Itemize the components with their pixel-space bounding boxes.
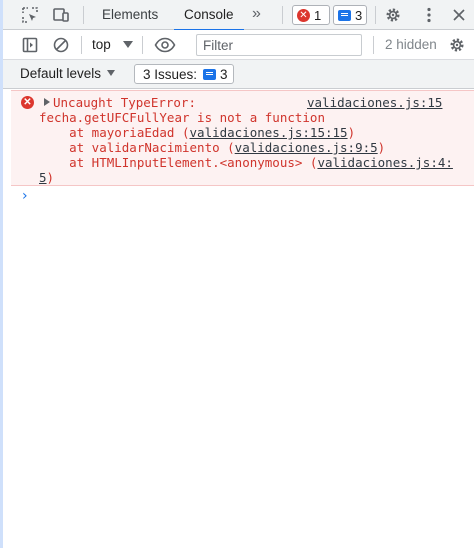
default-levels-dropdown[interactable]: Default levels <box>20 60 101 88</box>
stack-frame: at validarNacimiento (validaciones.js:9:… <box>39 140 385 155</box>
console-error-message: ✕ Uncaught TypeError: validaciones.js:15… <box>11 90 474 186</box>
issue-message-icon <box>203 68 217 80</box>
stack-frame-text: at HTMLInputElement.<anonymous> ( <box>39 155 318 170</box>
tab-elements[interactable]: Elements <box>102 0 158 30</box>
console-settings-gear-icon[interactable] <box>448 36 466 54</box>
stack-frame-link[interactable]: validaciones.js:9:5 <box>235 140 378 155</box>
live-expression-eye-icon[interactable] <box>154 36 176 54</box>
context-selector[interactable]: top <box>92 30 111 60</box>
toolbar-divider <box>142 36 143 54</box>
console-toolbar: top 2 hidden <box>3 30 474 60</box>
device-toolbar-icon[interactable] <box>52 6 70 24</box>
hidden-messages-count: 2 hidden <box>385 37 437 52</box>
issues-label: 3 Issues: <box>143 66 198 82</box>
expand-triangle-icon[interactable] <box>44 98 50 106</box>
kebab-menu-icon[interactable] <box>420 6 438 24</box>
stack-frame-text: at validarNacimiento ( <box>39 140 235 155</box>
tab-console[interactable]: Console <box>174 0 243 31</box>
filter-input[interactable] <box>196 34 362 56</box>
stack-frame-link[interactable]: validaciones.js:15:15 <box>190 125 348 140</box>
settings-gear-icon[interactable] <box>384 6 402 24</box>
devtools-tabbar: Elements Console » ✕ 1 3 <box>3 0 474 31</box>
stack-frame-wrap: 5) <box>39 170 54 185</box>
issues-count: 3 <box>355 7 363 23</box>
errors-badge[interactable]: ✕ 1 <box>292 5 330 25</box>
chevron-down-icon[interactable] <box>123 41 133 48</box>
more-tabs-button[interactable]: » <box>252 0 261 30</box>
toolbar-divider <box>81 36 82 54</box>
issue-message-icon <box>338 9 351 21</box>
console-prompt[interactable]: › <box>22 188 28 204</box>
toolbar-divider <box>373 36 374 54</box>
tabbar-divider <box>83 6 84 24</box>
inspect-element-icon[interactable] <box>21 6 39 24</box>
error-icon: ✕ <box>21 96 34 109</box>
error-icon: ✕ <box>297 8 310 22</box>
stack-frame-suffix: ) <box>347 125 356 140</box>
stack-frame-text: at mayoriaEdad ( <box>39 125 190 140</box>
issues-count: 3 <box>220 66 228 82</box>
log-levels-bar: Default levels 3 Issues: 3 <box>3 60 474 89</box>
stack-frame: at HTMLInputElement.<anonymous> (validac… <box>39 155 453 170</box>
issues-badge[interactable]: 3 <box>333 5 367 25</box>
close-devtools-icon[interactable] <box>450 6 468 24</box>
stack-frame-suffix: ) <box>377 140 386 155</box>
sidebar-toggle-icon[interactable] <box>21 36 39 54</box>
chevron-down-icon[interactable] <box>107 70 115 76</box>
issues-button[interactable]: 3 Issues: 3 <box>134 64 234 84</box>
error-type: Uncaught TypeError: <box>53 95 196 110</box>
clear-console-icon[interactable] <box>52 36 70 54</box>
stack-frame-suffix: ) <box>46 170 55 185</box>
stack-frame: at mayoriaEdad (validaciones.js:15:15) <box>39 125 355 140</box>
stack-frame-link[interactable]: 5 <box>39 170 47 185</box>
tabbar-divider <box>282 6 283 24</box>
tabbar-divider <box>375 6 376 24</box>
error-source-link[interactable]: validaciones.js:15 <box>307 95 442 110</box>
stack-frame-link[interactable]: validaciones.js:4: <box>317 155 452 170</box>
errors-count: 1 <box>314 7 322 23</box>
error-message-text: fecha.getUFCFullYear is not a function <box>39 110 325 125</box>
